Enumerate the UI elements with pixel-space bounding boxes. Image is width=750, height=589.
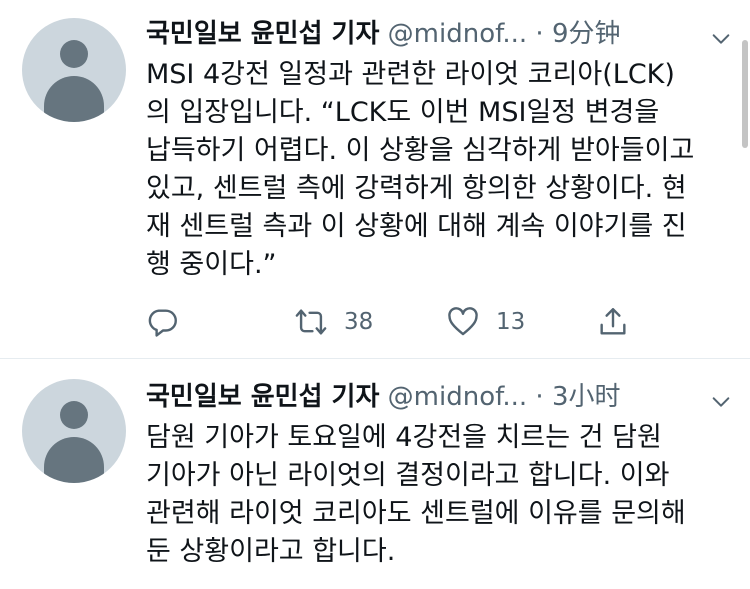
avatar[interactable] — [22, 18, 126, 122]
tweet-time[interactable]: 9分钟 — [552, 19, 621, 49]
chevron-down-icon[interactable] — [710, 28, 732, 50]
retweet-icon — [295, 309, 327, 335]
author-name[interactable]: 국민일보 윤민섭 기자 — [146, 19, 379, 49]
avatar-body-shape — [44, 76, 104, 122]
author-name[interactable]: 국민일보 윤민섭 기자 — [146, 382, 379, 412]
tweet-time[interactable]: 3小时 — [552, 382, 621, 412]
separator-dot: · — [535, 382, 544, 412]
like-count: 13 — [496, 309, 526, 335]
share-icon — [600, 308, 626, 335]
tweet-header: 국민일보 윤민섭 기자 @midnof... · 3小时 — [146, 379, 740, 415]
reply-icon — [148, 309, 177, 337]
share-button[interactable] — [596, 300, 630, 344]
tweet-text: 담원 기아가 토요일에 4강전을 치르는 건 담원 기아가 아닌 라이엇의 결정… — [146, 422, 686, 567]
avatar-head-shape — [60, 40, 88, 68]
tweet-text: MSI 4강전 일정과 관련한 라이엇 코리아(LCK) 의 입장입니다. “L… — [146, 59, 695, 280]
avatar[interactable] — [22, 379, 126, 483]
author-handle[interactable]: @midnof... — [388, 382, 528, 412]
separator-dot: · — [535, 19, 544, 49]
tweet[interactable]: 국민일보 윤민섭 기자 @midnof... · 9分钟 MSI 4강전 일정과… — [0, 0, 750, 358]
chevron-down-icon[interactable] — [710, 391, 732, 413]
retweet-count: 38 — [344, 309, 374, 335]
avatar-body-shape — [44, 437, 104, 483]
author-handle[interactable]: @midnof... — [388, 19, 528, 49]
heart-icon — [448, 307, 478, 336]
scrollbar[interactable] — [742, 40, 748, 148]
tweet-actions: 38 13 — [146, 300, 726, 344]
tweet[interactable]: 국민일보 윤민섭 기자 @midnof... · 3小时 담원 기아가 토요일에… — [0, 359, 750, 589]
like-button[interactable]: 13 — [446, 300, 525, 344]
retweet-button[interactable]: 38 — [294, 300, 373, 344]
tweet-header: 국민일보 윤민섭 기자 @midnof... · 9分钟 — [146, 16, 740, 52]
avatar-head-shape — [60, 401, 88, 429]
reply-button[interactable] — [146, 300, 180, 344]
